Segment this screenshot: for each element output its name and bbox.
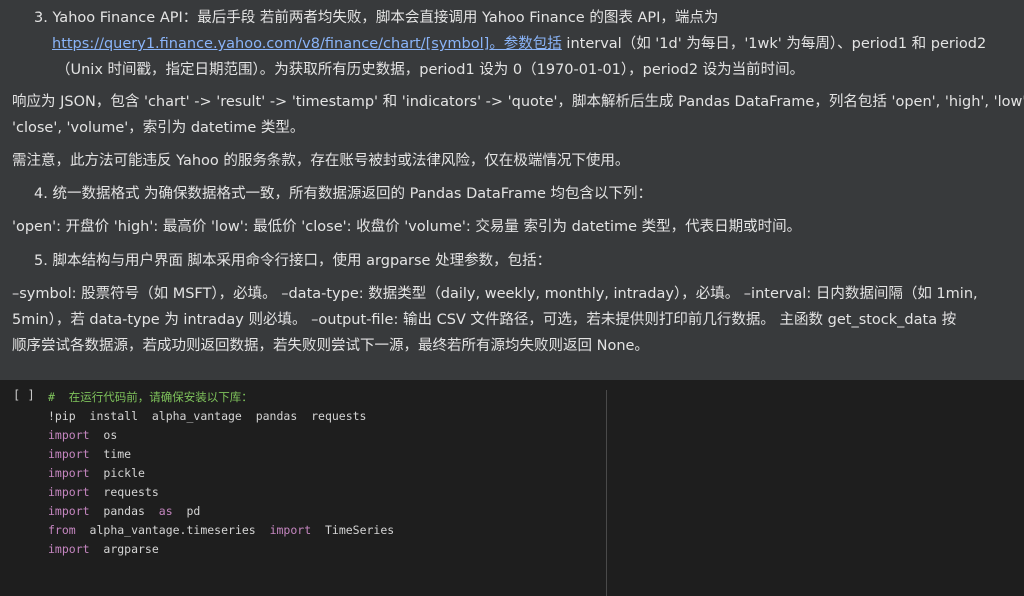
item4: 4. 统一数据格式 为确保数据格式一致，所有数据源返回的 Pandas Data… [34,186,652,202]
import-requests-line: import requests [48,483,159,502]
item3-line3: （Unix 时间戳，指定日期范围）。为获取所有历史数据，period1 设为 0… [56,62,805,78]
yahoo-chart-api-link[interactable]: https://query1.finance.yahoo.com/v8/fina… [52,36,489,52]
module-name: argparse [89,542,159,556]
item3-text: 3. Yahoo Finance API：最后手段 若前两者均失败，脚本会直接调… [34,10,719,26]
item3-line2: https://query1.finance.yahoo.com/v8/fina… [52,34,986,54]
args-line1: –symbol: 股票符号（如 MSFT），必填。 –data-type: 数据… [12,286,978,302]
pip-install-line: !pip install alpha_vantage pandas reques… [48,409,367,423]
item3-line1: 3. Yahoo Finance API：最后手段 若前两者均失败，脚本会直接调… [34,8,718,28]
para-json-line2: 'close', 'volume'，索引为 datetime 类型。 [12,120,305,136]
run-cell-button[interactable]: [ ] [13,388,35,402]
module-name: pandas [89,504,159,518]
keyword: import [48,428,90,442]
module-name: alpha_vantage.timeseries [75,523,270,537]
class-name: TimeSeries [311,523,395,537]
from-alpha-vantage-line: from alpha_vantage.timeseries import Tim… [48,521,394,540]
import-pandas-line: import pandas as pd [48,502,200,521]
para-json-line1: 响应为 JSON，包含 'chart' -> 'result' -> 'time… [12,94,1024,110]
editor-ruler [606,390,607,596]
markdown-cell: 3. Yahoo Finance API：最后手段 若前两者均失败，脚本会直接调… [0,0,1024,380]
keyword: import [48,485,90,499]
args-line3: 顺序尝试各数据源，若成功则返回数据，若失败则尝试下一源，最终若所有源均失败则返回… [12,338,649,354]
module-name: requests [89,485,159,499]
keyword: from [48,523,76,537]
item3-line2-rest: interval（如 '1d' 为每日，'1wk' 为每周）、period1 和… [561,36,987,52]
code-comment-line: # 在运行代码前，请确保安装以下库： [48,390,253,404]
module-name: os [89,428,118,442]
keyword: as [158,504,173,518]
keyword: import [48,466,90,480]
keyword: import [48,504,90,518]
import-argparse-line: import argparse [48,540,159,559]
params-link-suffix[interactable]: 。参数包括 [489,36,562,52]
import-time-line: import time [48,445,131,464]
alias-name: pd [172,504,201,518]
import-os-line: import os [48,426,117,445]
keyword: import [48,542,90,556]
module-name: time [89,447,132,461]
item5: 5. 脚本结构与用户界面 脚本采用命令行接口，使用 argparse 处理参数，… [34,253,552,269]
para-tos: 需注意，此方法可能违反 Yahoo 的服务条款，存在账号被封或法律风险，仅在极端… [12,153,630,169]
import-pickle-line: import pickle [48,464,145,483]
keyword: import [48,447,90,461]
code-cell[interactable]: [ ] # 在运行代码前，请确保安装以下库： !pip install alph… [0,380,1024,596]
args-line2: 5min），若 data-type 为 intraday 则必填。 –outpu… [12,312,957,328]
keyword: import [269,523,312,537]
module-name: pickle [89,466,145,480]
para-columns: 'open': 开盘价 'high': 最高价 'low': 最低价 'clos… [12,219,802,235]
